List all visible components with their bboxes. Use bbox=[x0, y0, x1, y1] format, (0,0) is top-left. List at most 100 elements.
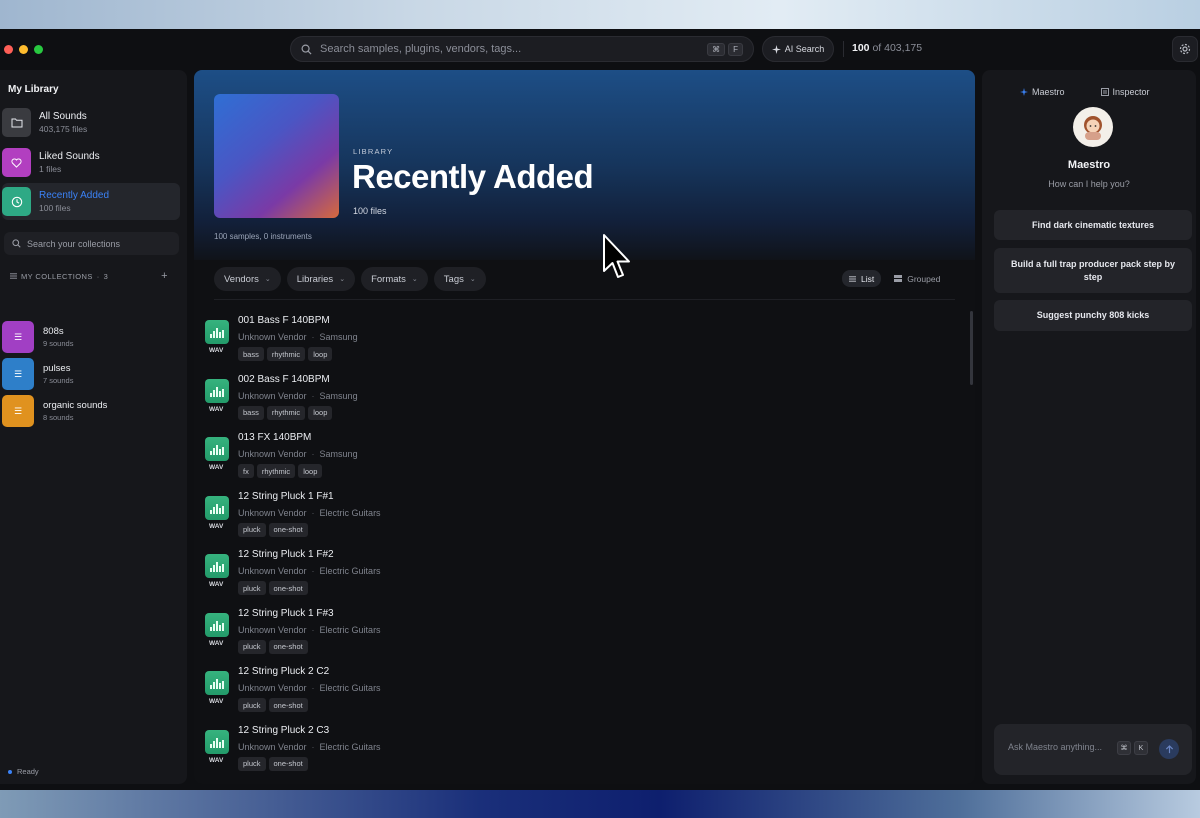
tag-chip[interactable]: rhythmic bbox=[266, 405, 306, 420]
shortcut-key-cmd: ⌘ bbox=[707, 42, 726, 56]
suggestion-button[interactable]: Suggest punchy 808 kicks bbox=[994, 300, 1192, 331]
sample-library: Samsung bbox=[319, 332, 358, 342]
filter-vendors[interactable]: Vendors ⌄ bbox=[214, 267, 281, 291]
table-row[interactable]: WAV 001 Bass F 140BPM Unknown Vendor · Sam… bbox=[204, 309, 964, 368]
waveform-icon bbox=[205, 554, 229, 578]
sample-source: Unknown Vendor · Samsung bbox=[238, 391, 358, 401]
sample-source: Unknown Vendor · Electric Guitars bbox=[238, 625, 381, 635]
grouped-view-label: Grouped bbox=[907, 273, 941, 284]
tag-chip[interactable]: rhythmic bbox=[266, 347, 306, 361]
collection-kicker: LIBRARY bbox=[353, 147, 394, 156]
sample-library: Samsung bbox=[319, 390, 358, 401]
add-collection-button[interactable]: + bbox=[161, 270, 168, 282]
tag-chip[interactable]: one-shot bbox=[268, 756, 308, 771]
collection-item-pulses[interactable]: ☰ pulses 7 sounds bbox=[2, 358, 172, 390]
list-view-label: List bbox=[861, 273, 875, 284]
tag-chip[interactable]: rhythmic bbox=[256, 464, 296, 478]
scrollbar[interactable] bbox=[970, 311, 973, 385]
tag-chip[interactable]: loop bbox=[308, 405, 333, 420]
collections-header: MY COLLECTIONS · 3 + bbox=[10, 270, 168, 282]
list-view-button[interactable]: List bbox=[842, 270, 882, 287]
waveform-icon bbox=[205, 320, 229, 344]
filter-tags[interactable]: Tags ⌄ bbox=[433, 267, 486, 291]
tag-chip[interactable]: loop bbox=[298, 464, 323, 478]
sidebar-item-recently-added[interactable]: Recently Added 100 files bbox=[2, 183, 180, 220]
suggestion-button[interactable]: Build a full trap producer pack step by … bbox=[994, 248, 1192, 293]
shortcut-key-k: K bbox=[1134, 741, 1148, 755]
filter-label: Vendors bbox=[224, 273, 259, 285]
tag-chip[interactable]: pluck bbox=[238, 639, 266, 654]
ai-search-button[interactable]: AI Search bbox=[762, 36, 834, 62]
table-row[interactable]: WAV 12 String Pluck 1 F#3 Unknown Vendor… bbox=[204, 602, 964, 661]
table-row[interactable]: WAV 002 Bass F 140BPM Unknown Vendor · Sam… bbox=[204, 368, 964, 427]
tab-inspector[interactable]: Inspector bbox=[1100, 87, 1150, 97]
suggestion-button[interactable]: Find dark cinematic textures bbox=[994, 210, 1192, 240]
tag-chip[interactable]: loop bbox=[308, 347, 333, 361]
sidebar-item-label: Liked Sounds bbox=[39, 151, 100, 162]
tag-chip[interactable]: one-shot bbox=[268, 639, 308, 654]
filter-formats[interactable]: Formats ⌄ bbox=[361, 267, 428, 291]
clock-icon bbox=[2, 187, 31, 216]
send-button[interactable] bbox=[1159, 739, 1179, 759]
sidebar-item-label: All Sounds bbox=[39, 111, 87, 122]
sample-name: 12 String Pluck 1 F#3 bbox=[238, 607, 334, 619]
sample-library: Electric Guitars bbox=[319, 507, 381, 518]
tag-chip[interactable]: pluck bbox=[238, 698, 266, 712]
global-search-input[interactable]: Search samples, plugins, vendors, tags..… bbox=[290, 36, 754, 62]
tag-chip[interactable]: one-shot bbox=[268, 698, 308, 712]
waveform-icon bbox=[205, 437, 229, 461]
filter-libraries[interactable]: Libraries ⌄ bbox=[286, 267, 356, 291]
format-badge: WAV bbox=[209, 756, 224, 764]
waveform-icon bbox=[205, 671, 229, 695]
sparkle-icon bbox=[1020, 88, 1028, 96]
separator: · bbox=[311, 507, 315, 518]
ai-search-label: AI Search bbox=[784, 44, 825, 54]
tag-chip[interactable]: one-shot bbox=[268, 581, 308, 595]
app-window: Search samples, plugins, vendors, tags..… bbox=[0, 29, 1200, 790]
close-window-button[interactable] bbox=[4, 45, 13, 54]
list-icon: ☰ bbox=[2, 321, 34, 353]
sidebar-item-count: 1 files bbox=[39, 164, 62, 174]
table-row[interactable]: WAV 12 String Pluck 2 C3 Unknown Vendor ·… bbox=[204, 719, 964, 778]
settings-button[interactable] bbox=[1172, 36, 1198, 62]
tag-chip[interactable]: bass bbox=[238, 347, 264, 361]
tag-chip[interactable]: one-shot bbox=[268, 522, 308, 537]
tag-chip[interactable]: pluck bbox=[238, 581, 266, 595]
table-row[interactable]: WAV 013 FX 140BPM Unknown Vendor · Samsung… bbox=[204, 426, 964, 485]
list-icon bbox=[849, 275, 856, 282]
tag-chip[interactable]: pluck bbox=[238, 522, 266, 537]
filter-label: Tags bbox=[443, 273, 464, 285]
minimize-window-button[interactable] bbox=[19, 45, 28, 54]
collection-item-organic-sounds[interactable]: ☰ organic sounds 8 sounds bbox=[2, 395, 172, 427]
page-title: Recently Added bbox=[352, 158, 594, 195]
collection-meta: 100 samples, 0 instruments bbox=[214, 232, 312, 241]
tag-chip[interactable]: bass bbox=[238, 405, 264, 420]
sample-name: 12 String Pluck 2 C3 bbox=[238, 724, 330, 736]
collections-count: 3 bbox=[103, 271, 109, 281]
tab-maestro[interactable]: Maestro bbox=[1020, 87, 1065, 97]
sidebar-item-liked-sounds[interactable]: Liked Sounds 1 files bbox=[2, 144, 180, 181]
sample-library: Samsung bbox=[319, 449, 358, 459]
tag-chip[interactable]: pluck bbox=[238, 756, 266, 771]
collection-name: organic sounds bbox=[43, 400, 108, 411]
sample-tags: pluck one-shot bbox=[238, 698, 308, 712]
maximize-window-button[interactable] bbox=[34, 45, 43, 54]
filter-label: Formats bbox=[371, 273, 406, 285]
table-row[interactable]: WAV 12 String Pluck 2 C2 Unknown Vendor ·… bbox=[204, 660, 964, 719]
table-row[interactable]: WAV 12 String Pluck 1 F#1 Unknown Vendor… bbox=[204, 485, 964, 544]
collections-search-input[interactable]: Search your collections bbox=[4, 232, 179, 255]
sample-source: Unknown Vendor · Electric Guitars bbox=[238, 508, 381, 518]
inspector-icon bbox=[1100, 88, 1109, 96]
tag-chip[interactable]: fx bbox=[238, 464, 254, 478]
grouped-view-button[interactable]: Grouped bbox=[887, 270, 947, 287]
waveform-icon bbox=[205, 729, 229, 754]
sidebar-item-all-sounds[interactable]: All Sounds 403,175 files bbox=[2, 104, 180, 141]
collection-count: 8 sounds bbox=[43, 413, 74, 422]
collection-name: pulses bbox=[43, 363, 71, 374]
sample-source: Unknown Vendor · Electric Guitars bbox=[238, 566, 381, 576]
separator: · bbox=[311, 741, 315, 752]
collection-item-808s[interactable]: ☰ 808s 9 sounds bbox=[2, 321, 172, 353]
assistant-input[interactable]: Ask Maestro anything... ⌘ K bbox=[994, 724, 1192, 775]
table-row[interactable]: WAV 12 String Pluck 1 F#2 Unknown Vendor… bbox=[204, 543, 964, 602]
assistant-input-placeholder: Ask Maestro anything... bbox=[1008, 742, 1103, 752]
